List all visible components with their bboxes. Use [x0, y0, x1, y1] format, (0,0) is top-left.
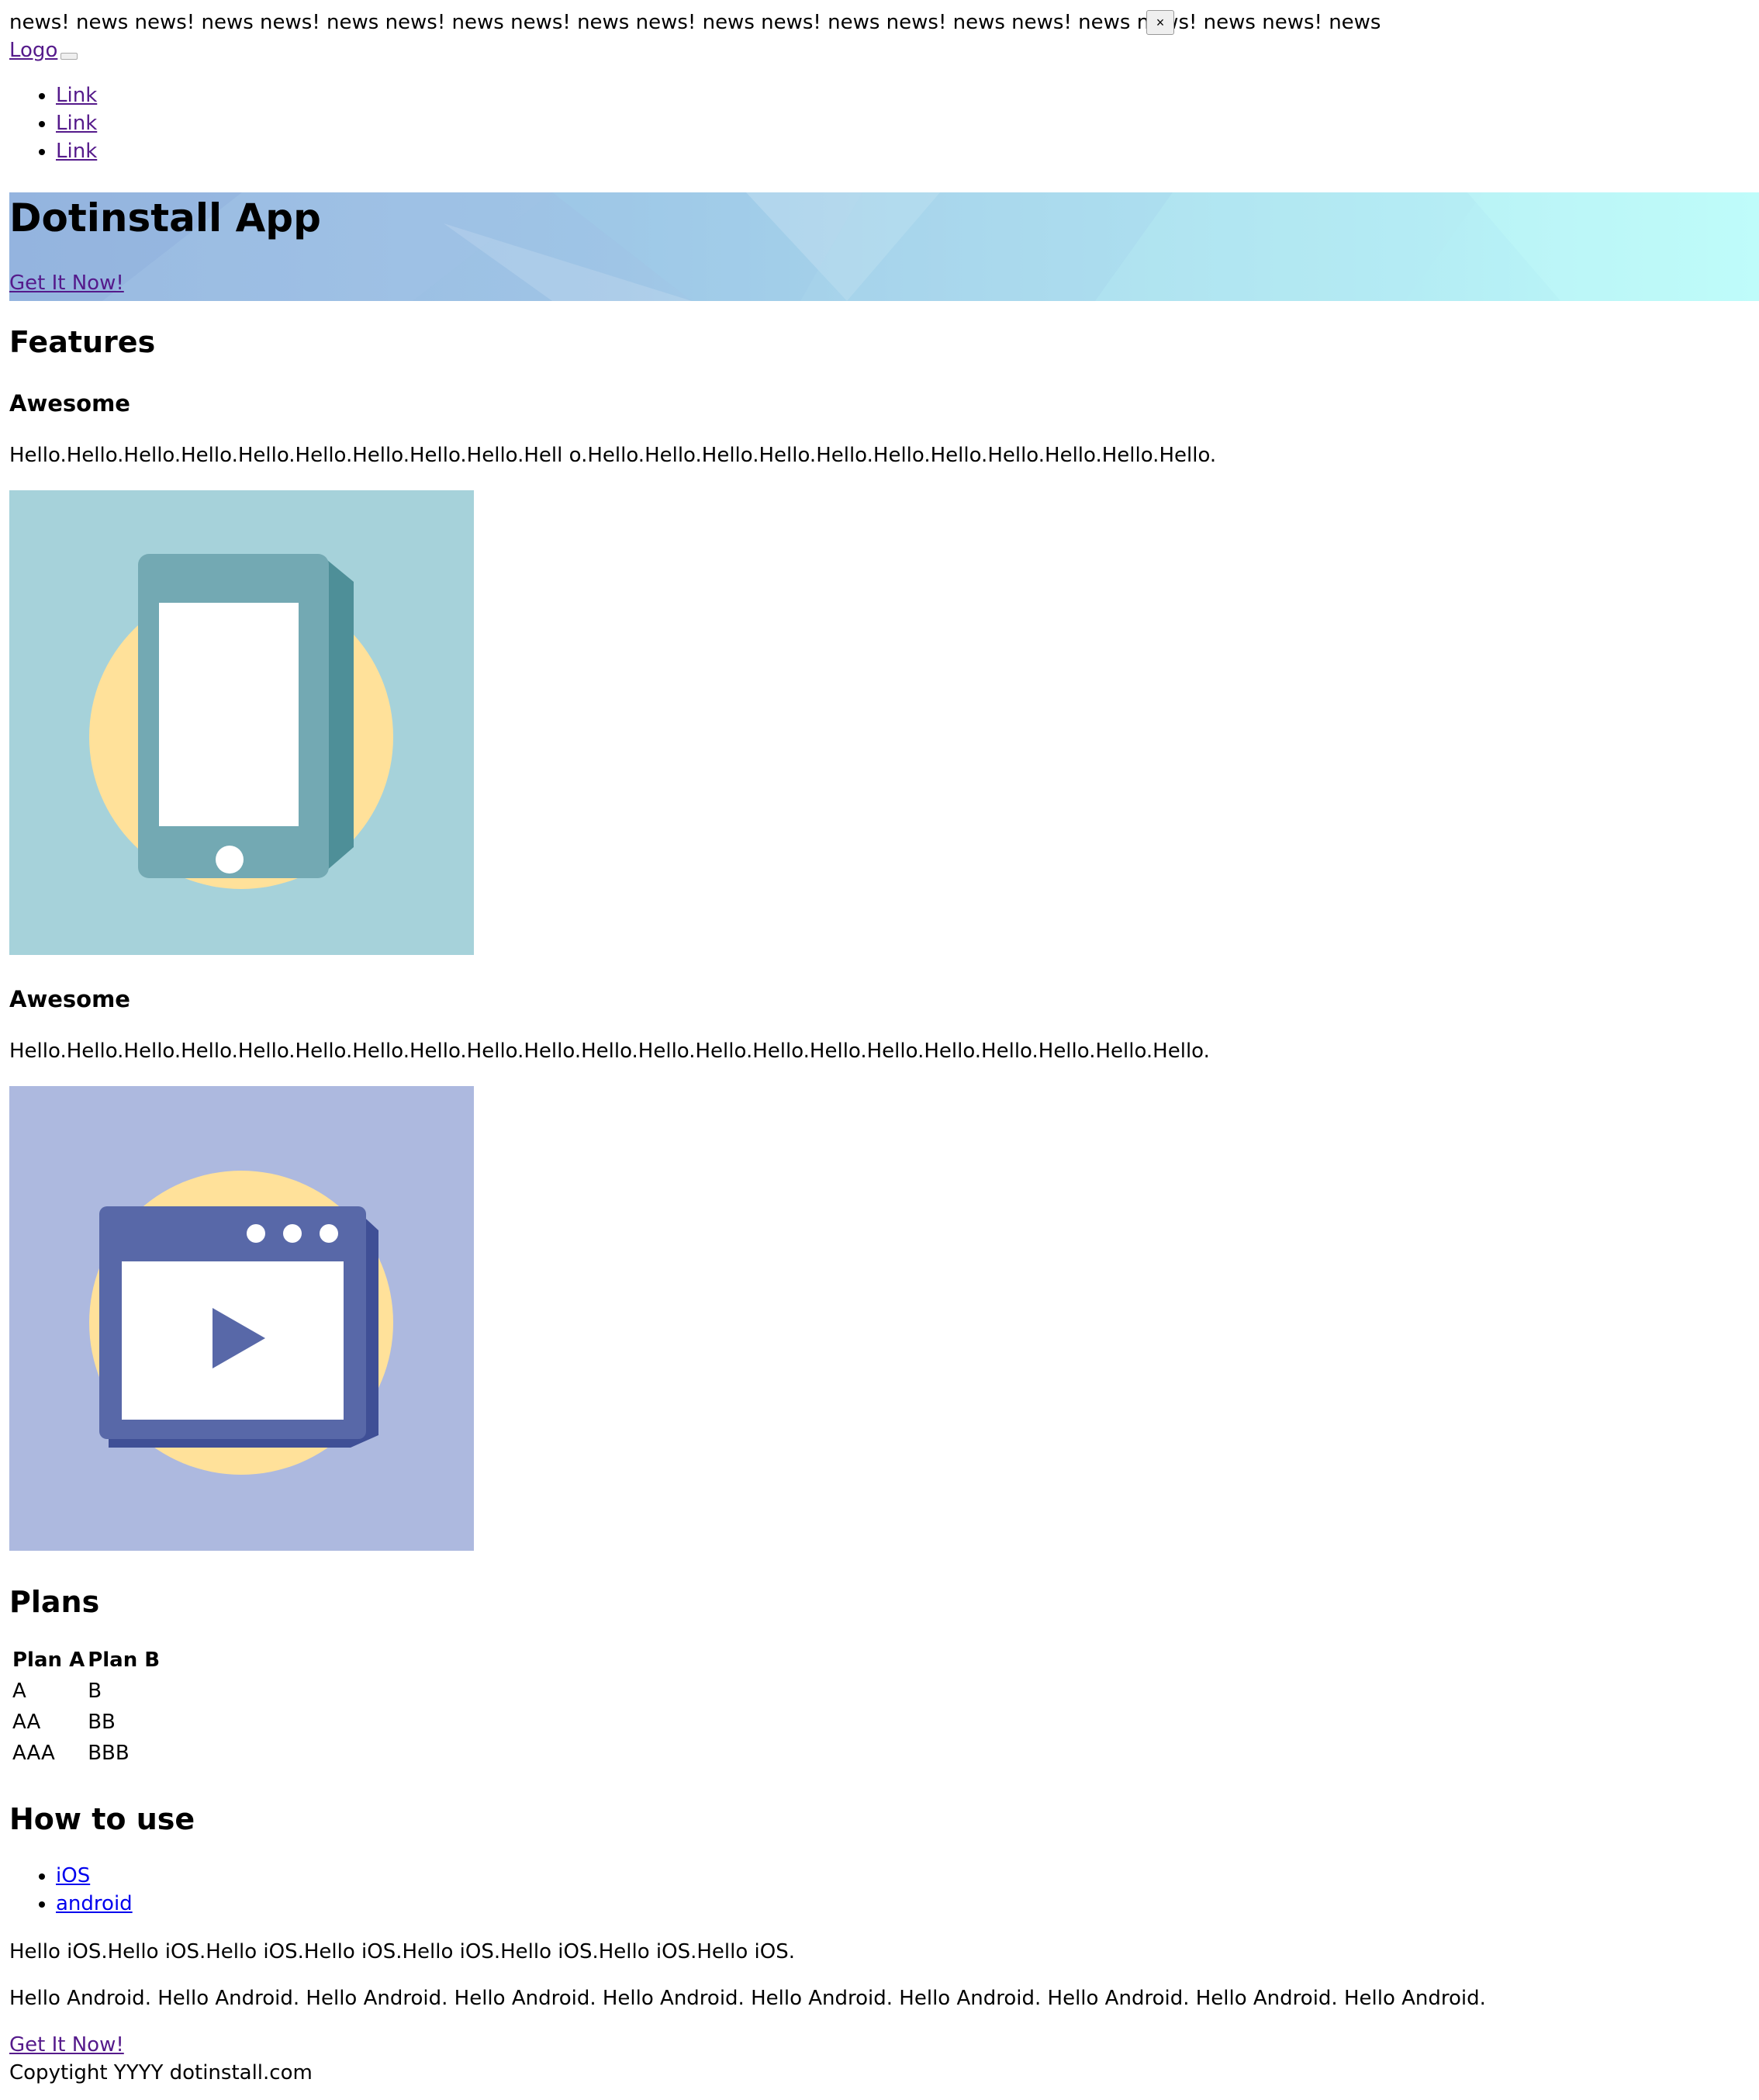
tab-android[interactable]: android — [56, 1892, 133, 1915]
feature-text: Hello.Hello.Hello.Hello.Hello.Hello.Hell… — [9, 444, 1217, 467]
hero-section: Dotinstall App Get It Now! — [9, 192, 1759, 301]
table-row: AA BB — [12, 1708, 160, 1736]
feature-image-video — [9, 1086, 474, 1551]
menu-toggle-button[interactable] — [60, 53, 78, 60]
plans-heading: Plans — [9, 1585, 100, 1619]
table-cell: BBB — [88, 1742, 130, 1765]
nav-link[interactable]: Link — [56, 84, 97, 107]
howto-heading: How to use — [9, 1802, 195, 1836]
nav-item: Link — [56, 139, 97, 167]
plans-table: Plan A Plan B A B AA BB AAA BBB — [9, 1643, 163, 1770]
logo-link[interactable]: Logo — [9, 39, 57, 62]
footer-cta-link[interactable]: Get It Now! — [9, 2033, 124, 2057]
nav-menu: Link Link Link — [9, 83, 97, 167]
table-cell: AAA — [12, 1742, 55, 1765]
table-cell: BB — [88, 1711, 116, 1734]
features-heading: Features — [9, 325, 156, 359]
feature-text: Hello.Hello.Hello.Hello.Hello.Hello.Hell… — [9, 1040, 1210, 1063]
nav-item: Link — [56, 111, 97, 139]
nav-link[interactable]: Link — [56, 140, 97, 163]
column-header: Plan A — [12, 1649, 85, 1672]
news-banner-text: news! news news! news news! news news! n… — [9, 11, 1381, 34]
table-cell: A — [12, 1680, 26, 1703]
column-header: Plan B — [88, 1649, 161, 1672]
banner-close-button[interactable]: × — [1146, 10, 1174, 35]
hero-cta-link[interactable]: Get It Now! — [9, 272, 124, 295]
video-player-icon — [89, 1171, 393, 1475]
nav-item: Link — [56, 83, 97, 111]
table-row: AAA BBB — [12, 1739, 160, 1767]
android-text: Hello Android. Hello Android. Hello Andr… — [9, 1987, 1486, 2010]
table-header-row: Plan A Plan B — [12, 1646, 160, 1674]
smartphone-icon — [89, 554, 393, 889]
table-cell: AA — [12, 1711, 41, 1734]
table-row: A B — [12, 1677, 160, 1705]
feature-title: Awesome — [9, 986, 130, 1012]
nav-link[interactable]: Link — [56, 112, 97, 135]
tab-ios[interactable]: iOS — [56, 1864, 90, 1887]
table-cell: B — [88, 1680, 102, 1703]
hero-title: Dotinstall App — [9, 195, 321, 240]
feature-image-smartphone — [9, 490, 474, 955]
feature-title: Awesome — [9, 390, 130, 417]
howto-tab-item: iOS — [56, 1863, 133, 1891]
howto-tabs: iOS android — [9, 1863, 133, 1919]
copyright-text: Copytight YYYY dotinstall.com — [9, 2061, 313, 2084]
ios-text: Hello iOS.Hello iOS.Hello iOS.Hello iOS.… — [9, 1940, 795, 1963]
howto-tab-item: android — [56, 1891, 133, 1919]
